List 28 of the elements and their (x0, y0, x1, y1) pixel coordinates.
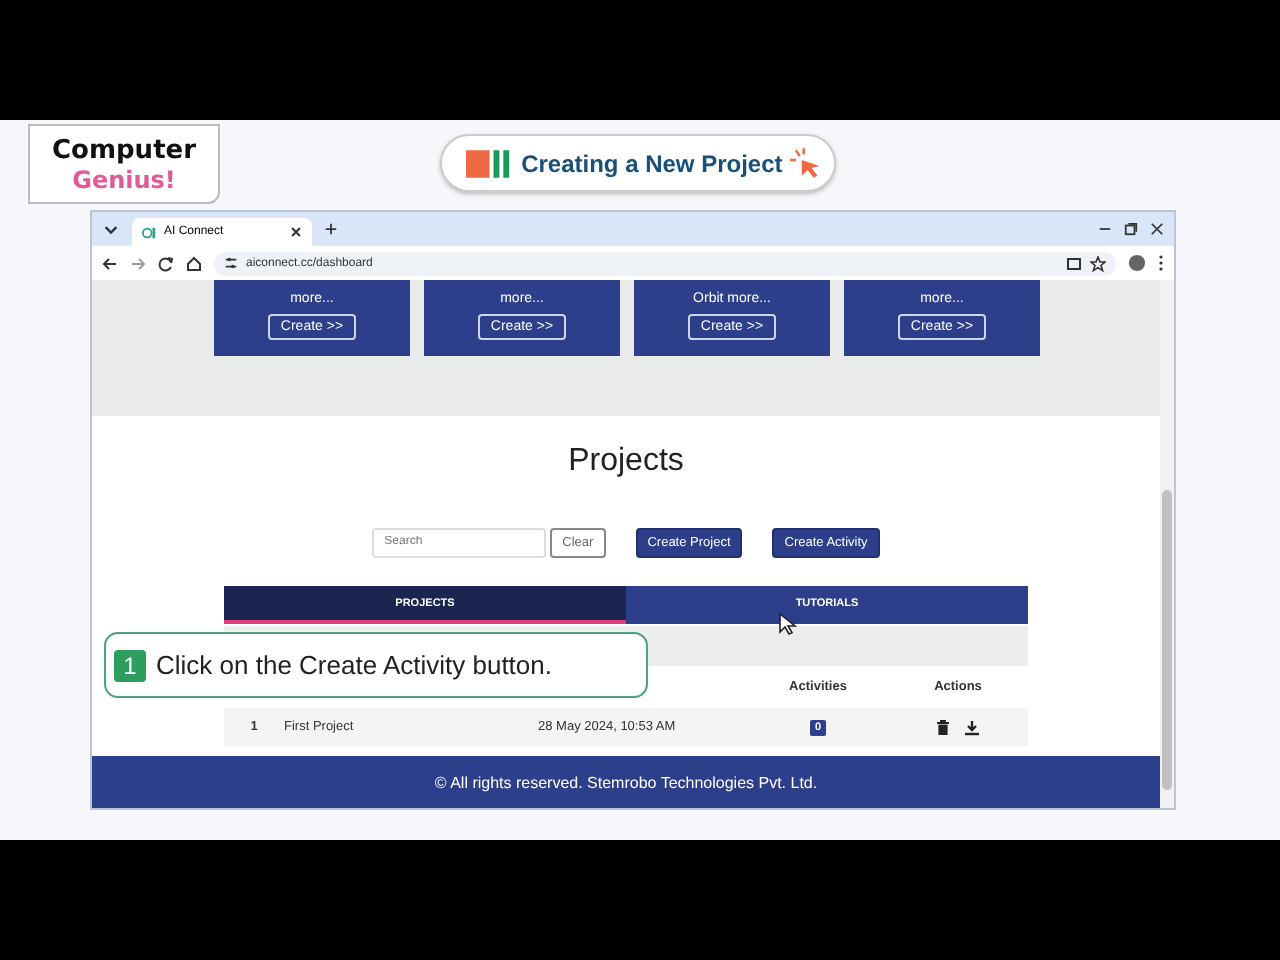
chevron-down-icon[interactable] (102, 220, 120, 238)
bars-icon (466, 149, 514, 177)
download-icon[interactable] (964, 719, 980, 735)
tune-icon[interactable] (224, 256, 238, 270)
scrollbar[interactable] (1160, 280, 1174, 808)
logo-text: Genius! (72, 165, 176, 193)
step-number: 1 (114, 649, 146, 681)
instruction-text: Click on the Create Activity button. (156, 650, 552, 680)
close-icon[interactable] (1150, 222, 1164, 236)
mouse-pointer-icon (778, 612, 798, 636)
footer-text: © All rights reserved. Stemrobo Technologies Pvt. Ltd. (434, 773, 818, 791)
trash-icon[interactable] (936, 719, 950, 735)
logo-text: Computer (51, 135, 197, 165)
menu-icon[interactable] (1158, 254, 1164, 272)
forward-icon[interactable] (130, 255, 146, 271)
reload-icon[interactable] (158, 255, 174, 271)
cursor-click-icon (790, 147, 822, 179)
favicon-icon (142, 225, 156, 239)
back-icon[interactable] (102, 255, 118, 271)
restore-icon[interactable] (1124, 222, 1138, 236)
home-icon[interactable] (186, 255, 202, 271)
profile-avatar-icon[interactable] (1128, 254, 1146, 272)
minimize-icon[interactable] (1098, 222, 1112, 236)
close-icon[interactable] (290, 226, 302, 238)
plus-icon[interactable] (324, 222, 338, 236)
star-icon[interactable] (1090, 255, 1106, 271)
page-title: Projects (568, 444, 684, 480)
lesson-title: Creating a New Project (521, 149, 783, 177)
